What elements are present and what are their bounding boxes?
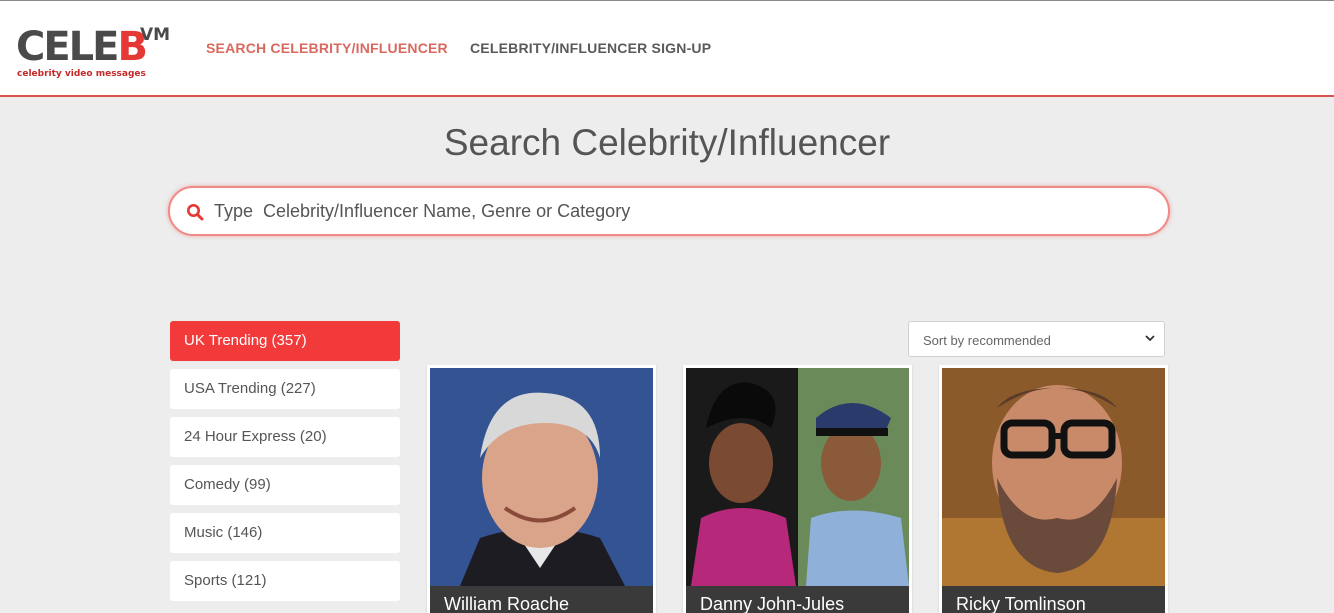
celebrity-photo: [942, 368, 1165, 586]
celebrity-photo: [430, 368, 653, 586]
celebrity-card[interactable]: Ricky Tomlinson: [939, 365, 1168, 613]
celebvm-logo[interactable]: CELEB VM celebrity video messages: [16, 25, 176, 85]
category-usa-trending[interactable]: USA Trending (227): [170, 369, 400, 409]
logo-wordmark: CELEB: [16, 24, 148, 70]
chevron-down-icon: [1145, 335, 1155, 342]
category-list: UK Trending (357) USA Trending (227) 24 …: [170, 321, 400, 609]
celebrity-card[interactable]: William Roache: [427, 365, 656, 613]
category-comedy[interactable]: Comedy (99): [170, 465, 400, 505]
nav-search-celebrity[interactable]: SEARCH CELEBRITY/INFLUENCER: [206, 40, 448, 56]
category-sports[interactable]: Sports (121): [170, 561, 400, 601]
celebrity-card[interactable]: Danny John-Jules: [683, 365, 912, 613]
sort-selected-value: Sort by recommended: [923, 333, 1051, 348]
page-title: Search Celebrity/Influencer: [443, 122, 891, 163]
sort-dropdown[interactable]: Sort by recommended: [908, 321, 1165, 357]
search-icon: [187, 204, 204, 221]
category-24-hour-express[interactable]: 24 Hour Express (20): [170, 417, 400, 457]
celebrity-name: Ricky Tomlinson: [942, 586, 1165, 613]
site-header: CELEB VM celebrity video messages SEARCH…: [0, 0, 1334, 97]
logo-tagline: celebrity video messages: [17, 69, 146, 79]
celebrity-name: Danny John-Jules: [686, 586, 909, 613]
category-music[interactable]: Music (146): [170, 513, 400, 553]
nav-celebrity-signup[interactable]: CELEBRITY/INFLUENCER SIGN-UP: [470, 40, 711, 56]
search-bar[interactable]: [168, 186, 1170, 236]
logo-superscript: VM: [140, 25, 171, 45]
search-input[interactable]: [214, 196, 1144, 226]
celebrity-photo: [686, 368, 909, 586]
celebrity-name: William Roache: [430, 586, 653, 613]
category-uk-trending[interactable]: UK Trending (357): [170, 321, 400, 361]
